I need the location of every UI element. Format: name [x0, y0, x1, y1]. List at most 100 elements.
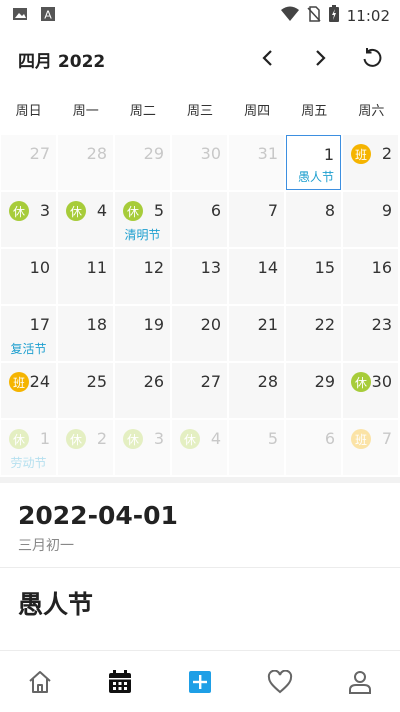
- selected-date: 2022-04-01: [18, 501, 178, 530]
- holiday-rest-badge: 休: [123, 429, 143, 449]
- calendar-day-cell[interactable]: 28: [58, 135, 113, 190]
- calendar-day-cell[interactable]: 26: [115, 363, 170, 418]
- calendar-grid: 27 28 29 30 31 1 愚人节班 2 休 3 休 4 休 5 清明节 6 7 8 9 10 11 12 13 14 1…: [0, 135, 400, 475]
- calendar-day-cell[interactable]: 休3: [1, 192, 56, 247]
- holiday-rest-badge: 休: [123, 201, 143, 221]
- day-number: 1: [323, 145, 334, 164]
- festival-label: 愚人节: [297, 170, 334, 184]
- section-divider: [0, 477, 400, 483]
- day-number: 29: [143, 144, 164, 163]
- calendar-day-cell[interactable]: 10: [1, 249, 56, 304]
- calendar-day-cell[interactable]: 6: [286, 420, 341, 475]
- calendar-day-cell[interactable]: 18: [58, 306, 113, 361]
- calendar-day-cell[interactable]: 9: [343, 192, 398, 247]
- battery-icon: [328, 5, 339, 26]
- calendar-day-cell[interactable]: 22: [286, 306, 341, 361]
- calendar-day-cell[interactable]: 15: [286, 249, 341, 304]
- prev-month-button[interactable]: [254, 44, 282, 72]
- calendar-day-cell[interactable]: 8: [286, 192, 341, 247]
- festival-name: 愚人节: [18, 590, 94, 619]
- nav-home[interactable]: [0, 651, 80, 712]
- calendar-day-cell[interactable]: 25: [58, 363, 113, 418]
- calendar-day-cell[interactable]: 14: [229, 249, 284, 304]
- calendar-day-cell[interactable]: 29: [286, 363, 341, 418]
- day-number: 18: [86, 315, 107, 334]
- calendar-day-cell[interactable]: 31: [229, 135, 284, 190]
- day-number: 17: [29, 315, 50, 334]
- nav-profile[interactable]: [320, 651, 400, 712]
- day-number: 5: [267, 429, 278, 448]
- calendar-day-cell[interactable]: 6: [172, 192, 227, 247]
- day-number: 4: [96, 201, 107, 220]
- nav-favorites[interactable]: [240, 651, 320, 712]
- day-number: 5: [153, 201, 164, 220]
- calendar-header: 四月 2022: [0, 38, 400, 78]
- calendar-day-cell[interactable]: 17 复活节: [1, 306, 56, 361]
- day-number: 3: [39, 201, 50, 220]
- day-number: 28: [86, 144, 107, 163]
- day-number: 4: [210, 429, 221, 448]
- day-number: 25: [86, 372, 107, 391]
- calendar-day-cell[interactable]: 休3: [115, 420, 170, 475]
- calendar-day-cell[interactable]: 13: [172, 249, 227, 304]
- svg-text:A: A: [44, 9, 52, 22]
- calendar-day-cell[interactable]: 休 5 清明节: [115, 192, 170, 247]
- day-number: 2: [381, 144, 392, 163]
- calendar-day-cell[interactable]: 19: [115, 306, 170, 361]
- day-number: 9: [381, 201, 392, 220]
- calendar-day-cell[interactable]: 休4: [58, 192, 113, 247]
- day-number: 6: [210, 201, 221, 220]
- holiday-rest-badge: 休: [9, 201, 29, 221]
- day-number: 11: [86, 258, 107, 277]
- calendar-day-cell[interactable]: 休2: [58, 420, 113, 475]
- next-month-button[interactable]: [306, 44, 334, 72]
- day-number: 1: [39, 429, 50, 448]
- calendar-day-cell[interactable]: 16: [343, 249, 398, 304]
- calendar-day-cell[interactable]: 27: [172, 363, 227, 418]
- calendar-day-cell[interactable]: 11: [58, 249, 113, 304]
- calendar-day-cell[interactable]: 5: [229, 420, 284, 475]
- calendar-day-cell[interactable]: 休 1 劳动节: [1, 420, 56, 475]
- workday-badge: 班: [351, 144, 371, 164]
- workday-badge: 班: [351, 429, 371, 449]
- calendar-day-cell[interactable]: 30: [172, 135, 227, 190]
- calendar-day-cell[interactable]: 休4: [172, 420, 227, 475]
- holiday-rest-badge: 休: [351, 372, 371, 392]
- calendar-day-cell[interactable]: 1 愚人节: [286, 135, 341, 190]
- no-sim-icon: [307, 5, 321, 26]
- today-reset-button[interactable]: [358, 44, 386, 72]
- calendar-day-cell[interactable]: 7: [229, 192, 284, 247]
- weekday-row: 周日 周一 周二 周三 周四 周五 周六: [0, 100, 400, 124]
- divider-line: [0, 567, 400, 568]
- calendar-day-cell[interactable]: 12: [115, 249, 170, 304]
- calendar-day-cell[interactable]: 休 30: [343, 363, 398, 418]
- day-number: 6: [324, 429, 335, 448]
- day-number: 29: [314, 372, 335, 391]
- nav-calendar[interactable]: [80, 651, 160, 712]
- heart-icon: [267, 669, 293, 693]
- weekday-label: 周三: [186, 104, 213, 119]
- nav-add[interactable]: [160, 651, 240, 712]
- font-icon: A: [40, 6, 56, 26]
- calendar-day-cell[interactable]: 班7: [343, 420, 398, 475]
- holiday-rest-badge: 休: [9, 429, 29, 449]
- calendar-day-cell[interactable]: 28: [229, 363, 284, 418]
- weekday-label: 周五: [301, 104, 328, 119]
- day-number: 8: [324, 201, 335, 220]
- notification-icons: A: [12, 6, 56, 26]
- calendar-day-cell[interactable]: 20: [172, 306, 227, 361]
- day-number: 14: [257, 258, 278, 277]
- day-number: 13: [200, 258, 221, 277]
- day-number: 19: [143, 315, 164, 334]
- calendar-day-cell[interactable]: 23: [343, 306, 398, 361]
- calendar-day-cell[interactable]: 29: [115, 135, 170, 190]
- day-number: 22: [314, 315, 335, 334]
- festival-label: 复活节: [10, 342, 47, 356]
- calendar-day-cell[interactable]: 27: [1, 135, 56, 190]
- calendar-day-cell[interactable]: 班2: [343, 135, 398, 190]
- calendar-day-cell[interactable]: 班 24: [1, 363, 56, 418]
- day-number: 20: [200, 315, 221, 334]
- chevron-left-icon: [262, 50, 272, 66]
- image-icon: [12, 6, 28, 26]
- calendar-day-cell[interactable]: 21: [229, 306, 284, 361]
